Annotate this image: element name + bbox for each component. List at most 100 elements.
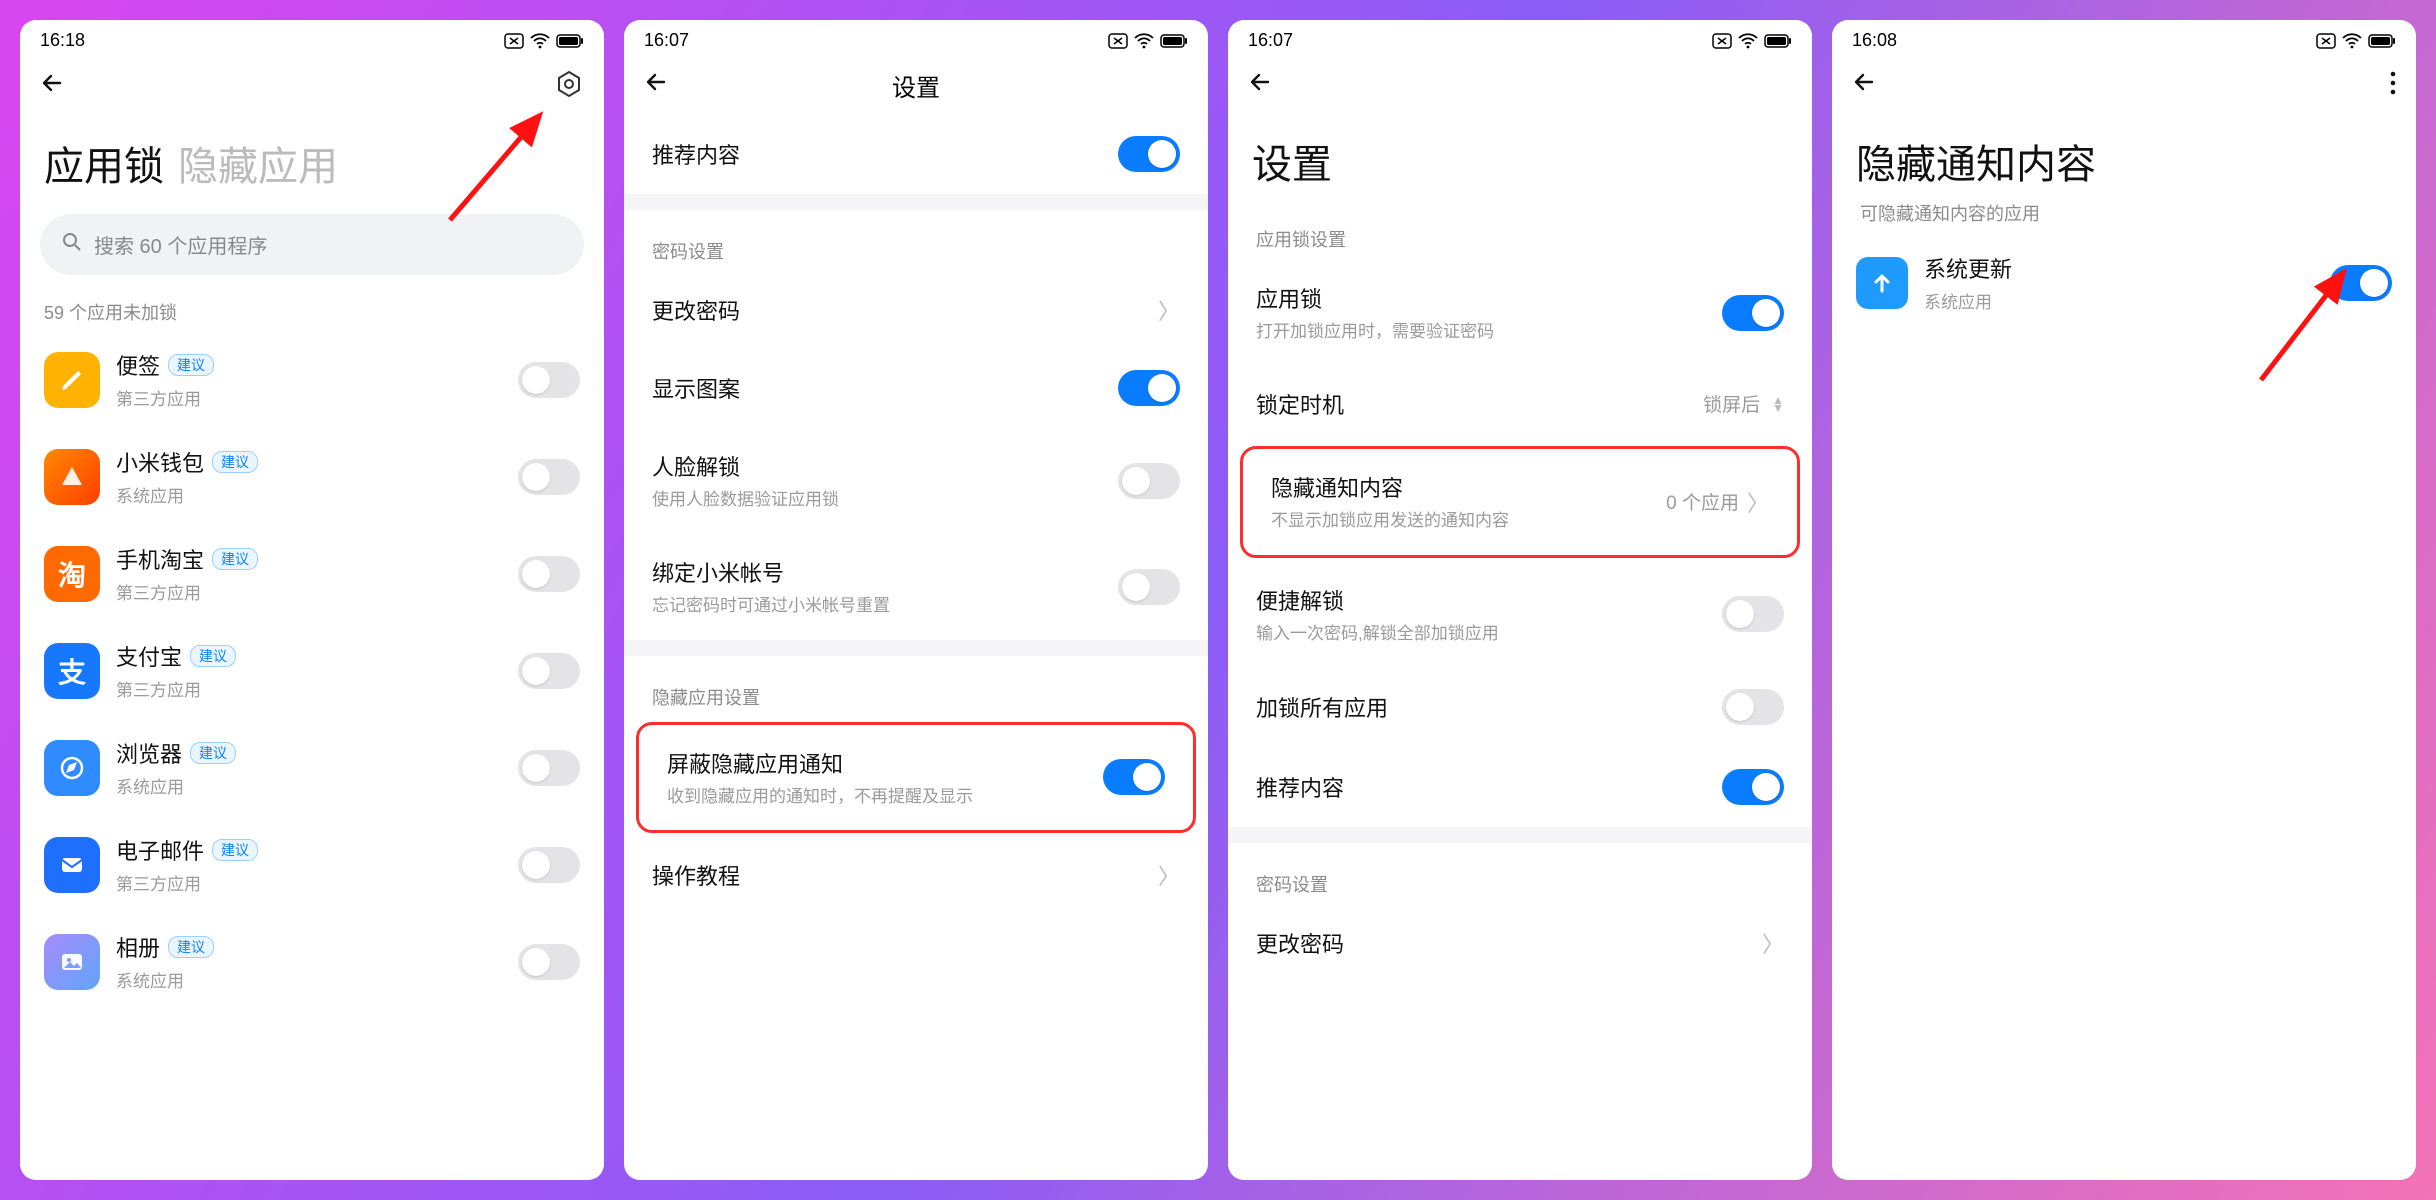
toggle[interactable]: [518, 459, 580, 495]
screen-settings-2: 16:07 设置 应用锁设置 应用锁打开加锁应用时，需要验证密码 锁定时机 锁屏…: [1228, 20, 1812, 1180]
wifi-icon: [2342, 33, 2362, 49]
topbar: [20, 57, 604, 116]
suggest-badge: 建议: [168, 936, 214, 958]
app-row[interactable]: 支 支付宝建议第三方应用: [20, 622, 604, 719]
search-input[interactable]: 搜索 60 个应用程序: [40, 214, 584, 275]
toggle[interactable]: [1722, 596, 1784, 632]
toggle[interactable]: [1722, 295, 1784, 331]
battery-icon: [556, 34, 584, 48]
row-face-unlock[interactable]: 人脸解锁使用人脸数据验证应用锁: [624, 428, 1208, 534]
toggle[interactable]: [518, 944, 580, 980]
page-title: 隐藏通知内容: [1832, 114, 2416, 198]
app-icon-mail: [44, 837, 100, 893]
status-bar: 16:18: [20, 20, 604, 57]
app-icon-gallery: [44, 934, 100, 990]
section-password: 密码设置: [624, 210, 1208, 272]
clock: 16:18: [40, 30, 85, 51]
dnd-icon: [504, 33, 524, 49]
status-bar: 16:07: [1228, 20, 1812, 57]
search-placeholder: 搜索 60 个应用程序: [94, 230, 267, 259]
suggest-badge: 建议: [212, 548, 258, 570]
toggle[interactable]: [1722, 769, 1784, 805]
sort-icon: ▲▼: [1772, 396, 1784, 412]
dnd-icon: [1108, 33, 1128, 49]
battery-icon: [1160, 34, 1188, 48]
app-info: 便签建议 第三方应用: [116, 349, 518, 410]
status-icons: [2316, 33, 2396, 49]
tab-hidden-apps[interactable]: 隐藏应用: [178, 145, 338, 189]
back-icon[interactable]: [1852, 69, 1878, 102]
suggest-badge: 建议: [212, 839, 258, 861]
toggle[interactable]: [1722, 689, 1784, 725]
more-icon[interactable]: [2390, 71, 2396, 100]
app-row[interactable]: 电子邮件建议第三方应用: [20, 816, 604, 913]
dnd-icon: [2316, 33, 2336, 49]
app-icon-alipay: 支: [44, 643, 100, 699]
search-icon: [62, 232, 82, 258]
app-icon-browser: [44, 740, 100, 796]
status-icons: [504, 33, 584, 49]
back-icon[interactable]: [40, 70, 66, 103]
suggest-badge: 建议: [168, 354, 214, 376]
toggle[interactable]: [1118, 136, 1180, 172]
app-row[interactable]: 小米钱包建议系统应用: [20, 428, 604, 525]
page-title: 设置: [624, 68, 1208, 103]
row-show-pattern[interactable]: 显示图案: [624, 348, 1208, 428]
topbar: 设置: [624, 57, 1208, 114]
wifi-icon: [1738, 33, 1758, 49]
topbar: [1832, 57, 2416, 114]
row-tutorial[interactable]: 操作教程 〉: [624, 837, 1208, 913]
toggle[interactable]: [1118, 370, 1180, 406]
status-icons: [1712, 33, 1792, 49]
row-bind-account[interactable]: 绑定小米帐号忘记密码时可通过小米帐号重置: [624, 534, 1208, 640]
chevron-right-icon: 〉: [1747, 486, 1769, 518]
unlocked-count: 59 个应用未加锁: [20, 289, 604, 331]
toggle[interactable]: [518, 556, 580, 592]
section-password: 密码设置: [1228, 843, 1812, 905]
settings-icon[interactable]: [554, 69, 584, 104]
app-row[interactable]: 便签建议 第三方应用: [20, 331, 604, 428]
back-icon[interactable]: [644, 69, 670, 102]
clock: 16:07: [1248, 30, 1293, 51]
row-lock-timing[interactable]: 锁定时机 锁屏后▲▼: [1228, 366, 1812, 442]
divider: [624, 194, 1208, 210]
back-icon[interactable]: [1248, 69, 1274, 102]
chevron-right-icon: 〉: [1158, 294, 1180, 326]
divider: [1228, 827, 1812, 843]
hide-count-value: 0 个应用: [1666, 488, 1739, 515]
toggle[interactable]: [518, 653, 580, 689]
app-icon-wallet: [44, 449, 100, 505]
toggle[interactable]: [518, 362, 580, 398]
section-hidden: 隐藏应用设置: [624, 656, 1208, 718]
row-recommend[interactable]: 推荐内容: [1228, 747, 1812, 827]
toggle[interactable]: [1118, 463, 1180, 499]
suggest-badge: 建议: [190, 742, 236, 764]
row-lock-all[interactable]: 加锁所有应用: [1228, 667, 1812, 747]
toggle[interactable]: [1118, 569, 1180, 605]
topbar: [1228, 57, 1812, 114]
row-quick-unlock[interactable]: 便捷解锁输入一次密码,解锁全部加锁应用: [1228, 562, 1812, 668]
lock-timing-value: 锁屏后: [1703, 390, 1760, 417]
toggle[interactable]: [518, 847, 580, 883]
tab-applock[interactable]: 应用锁: [44, 145, 164, 189]
row-applock[interactable]: 应用锁打开加锁应用时，需要验证密码: [1228, 260, 1812, 366]
toggle[interactable]: [2330, 265, 2392, 301]
wifi-icon: [530, 33, 550, 49]
row-change-password[interactable]: 更改密码 〉: [624, 272, 1208, 348]
app-row[interactable]: 淘 手机淘宝建议第三方应用: [20, 525, 604, 622]
row-block-hidden-notify[interactable]: 屏蔽隐藏应用通知收到隐藏应用的通知时，不再提醒及显示: [639, 725, 1193, 831]
page-title: 设置: [1228, 114, 1812, 198]
screen-applock-list: 16:18 应用锁隐藏应用 搜索 60 个应用程序 59 个应用未加锁 便签建议…: [20, 20, 604, 1180]
suggest-badge: 建议: [190, 645, 236, 667]
row-recommend[interactable]: 推荐内容: [624, 114, 1208, 194]
app-row[interactable]: 系统更新系统应用: [1832, 238, 2416, 327]
app-row[interactable]: 浏览器建议系统应用: [20, 719, 604, 816]
toggle[interactable]: [518, 750, 580, 786]
page-subtitle: 可隐藏通知内容的应用: [1832, 198, 2416, 238]
clock: 16:07: [644, 30, 689, 51]
app-icon-notes: [44, 352, 100, 408]
app-row[interactable]: 相册建议系统应用: [20, 913, 604, 1010]
toggle[interactable]: [1103, 759, 1165, 795]
row-hide-notification[interactable]: 隐藏通知内容不显示加锁应用发送的通知内容 0 个应用〉: [1243, 449, 1797, 555]
row-change-password[interactable]: 更改密码 〉: [1228, 905, 1812, 981]
